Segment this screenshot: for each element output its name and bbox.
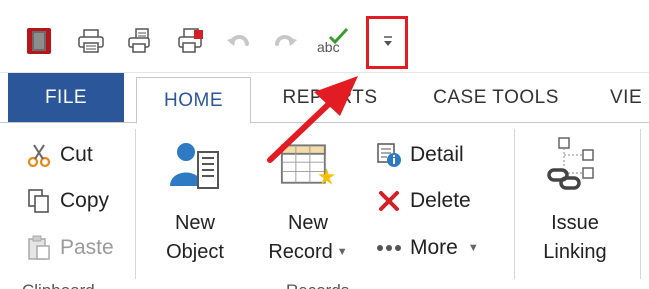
chain-link-icon [547, 135, 603, 195]
app-logo-icon[interactable] [22, 24, 56, 58]
more-button[interactable]: More ▼ [374, 230, 479, 266]
print-preview-icon[interactable] [124, 24, 158, 58]
more-label: More [410, 236, 458, 259]
redo-icon[interactable] [268, 24, 302, 58]
group-divider [514, 129, 515, 279]
print-icon[interactable] [74, 24, 108, 58]
print-all-icon[interactable] [174, 24, 208, 58]
clipboard-group-label: Clipboard [22, 281, 95, 289]
group-divider [640, 129, 641, 279]
paste-button[interactable]: Paste [24, 230, 114, 266]
tab-view[interactable]: VIE [610, 73, 649, 123]
clipboard-icon [24, 233, 54, 263]
new-record-label-line2: Record ▼ [268, 238, 347, 267]
quick-access-toolbar: abc [0, 0, 649, 73]
scissors-icon [24, 140, 54, 170]
new-record-button[interactable]: New Record ▼ [258, 135, 358, 267]
chevron-down-icon: ▼ [336, 246, 348, 259]
new-object-label-line1: New [174, 212, 215, 234]
new-record-icon [280, 135, 336, 195]
detail-icon [374, 140, 404, 170]
spellcheck-icon[interactable]: abc [316, 24, 350, 58]
cut-button[interactable]: Cut [24, 137, 93, 173]
copy-icon [24, 186, 54, 216]
more-dots-icon [374, 233, 404, 263]
delete-label: Delete [410, 189, 471, 212]
new-record-label-text: Record [268, 241, 333, 263]
copy-label: Copy [60, 189, 110, 212]
detail-label: Detail [410, 143, 464, 166]
ribbon-home: Cut Copy Paste Clipboard New Object New … [0, 123, 649, 289]
ribbon-tabs: FILE HOME REPORTS CASE TOOLS VIE [0, 73, 649, 124]
delete-x-icon [374, 186, 404, 216]
new-object-label-line2: Object [166, 241, 224, 263]
records-group-label: Records [286, 281, 349, 289]
new-object-button[interactable]: New Object [152, 135, 238, 267]
detail-button[interactable]: Detail [374, 137, 464, 173]
highlight-box [366, 16, 408, 69]
tab-reports[interactable]: REPORTS [270, 73, 390, 123]
new-object-icon [167, 135, 223, 195]
chevron-down-icon: ▼ [467, 242, 479, 254]
cut-label: Cut [60, 143, 93, 166]
tab-case-tools[interactable]: CASE TOOLS [408, 73, 584, 123]
paste-label: Paste [60, 236, 114, 259]
issue-linking-button[interactable]: Issue Linking [530, 135, 620, 267]
issue-linking-label-line2: Linking [543, 241, 607, 263]
copy-button[interactable]: Copy [24, 183, 109, 219]
group-divider [135, 129, 136, 279]
tab-home[interactable]: HOME [136, 77, 251, 124]
tab-file[interactable]: FILE [8, 73, 124, 122]
delete-button[interactable]: Delete [374, 183, 471, 219]
issue-linking-label-line1: Issue [551, 212, 599, 234]
new-record-label-line1: New [287, 212, 328, 234]
undo-icon[interactable] [222, 24, 256, 58]
